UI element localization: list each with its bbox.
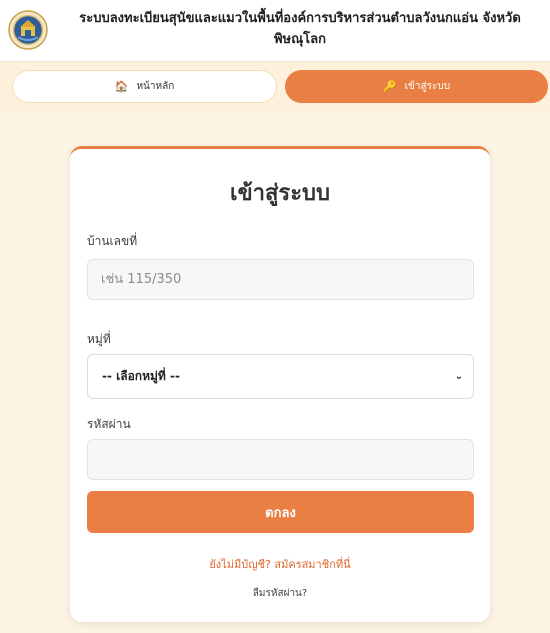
village-label: หมู่ที่ <box>87 332 111 346</box>
login-title: เข้าสู่ระบบ <box>230 181 330 206</box>
login-card: เข้าสู่ระบบ บ้านเลขที่ หมู่ที่ -- เลือกห… <box>70 146 490 622</box>
village-select-value: -- เลือกหมู่ที่ -- <box>102 369 180 383</box>
nav-home-button[interactable]: 🏠 หน้าหลัก <box>12 70 277 103</box>
register-link[interactable]: ยังไม่มีบัญชี? สมัครสมาชิกที่นี่ <box>70 555 490 573</box>
chevron-down-icon: ⌄ <box>454 371 463 382</box>
forgot-password-link[interactable]: ลืมรหัสผ่าน? <box>70 586 490 601</box>
nav-login-label: เข้าสู่ระบบ <box>404 81 451 92</box>
site-header: ระบบลงทะเบียนสุนัขและแมวในพื้นที่องค์การ… <box>0 0 550 62</box>
main-nav: 🏠 หน้าหลัก 🔑 เข้าสู่ระบบ <box>0 62 550 112</box>
house-number-label: บ้านเลขที่ <box>87 234 138 248</box>
nav-home-label: หน้าหลัก <box>136 81 175 92</box>
home-icon: 🏠 <box>114 80 129 93</box>
submit-button[interactable]: ตกลง <box>87 491 474 533</box>
site-title: ระบบลงทะเบียนสุนัขและแมวในพื้นที่องค์การ… <box>79 11 521 47</box>
house-number-input[interactable] <box>87 259 474 300</box>
village-select[interactable]: -- เลือกหมู่ที่ -- ⌄ <box>87 354 474 399</box>
key-icon: 🔑 <box>382 80 397 93</box>
password-input[interactable] <box>87 439 474 480</box>
organization-logo <box>8 10 48 50</box>
password-label: รหัสผ่าน <box>87 417 131 431</box>
nav-login-button[interactable]: 🔑 เข้าสู่ระบบ <box>285 70 548 103</box>
